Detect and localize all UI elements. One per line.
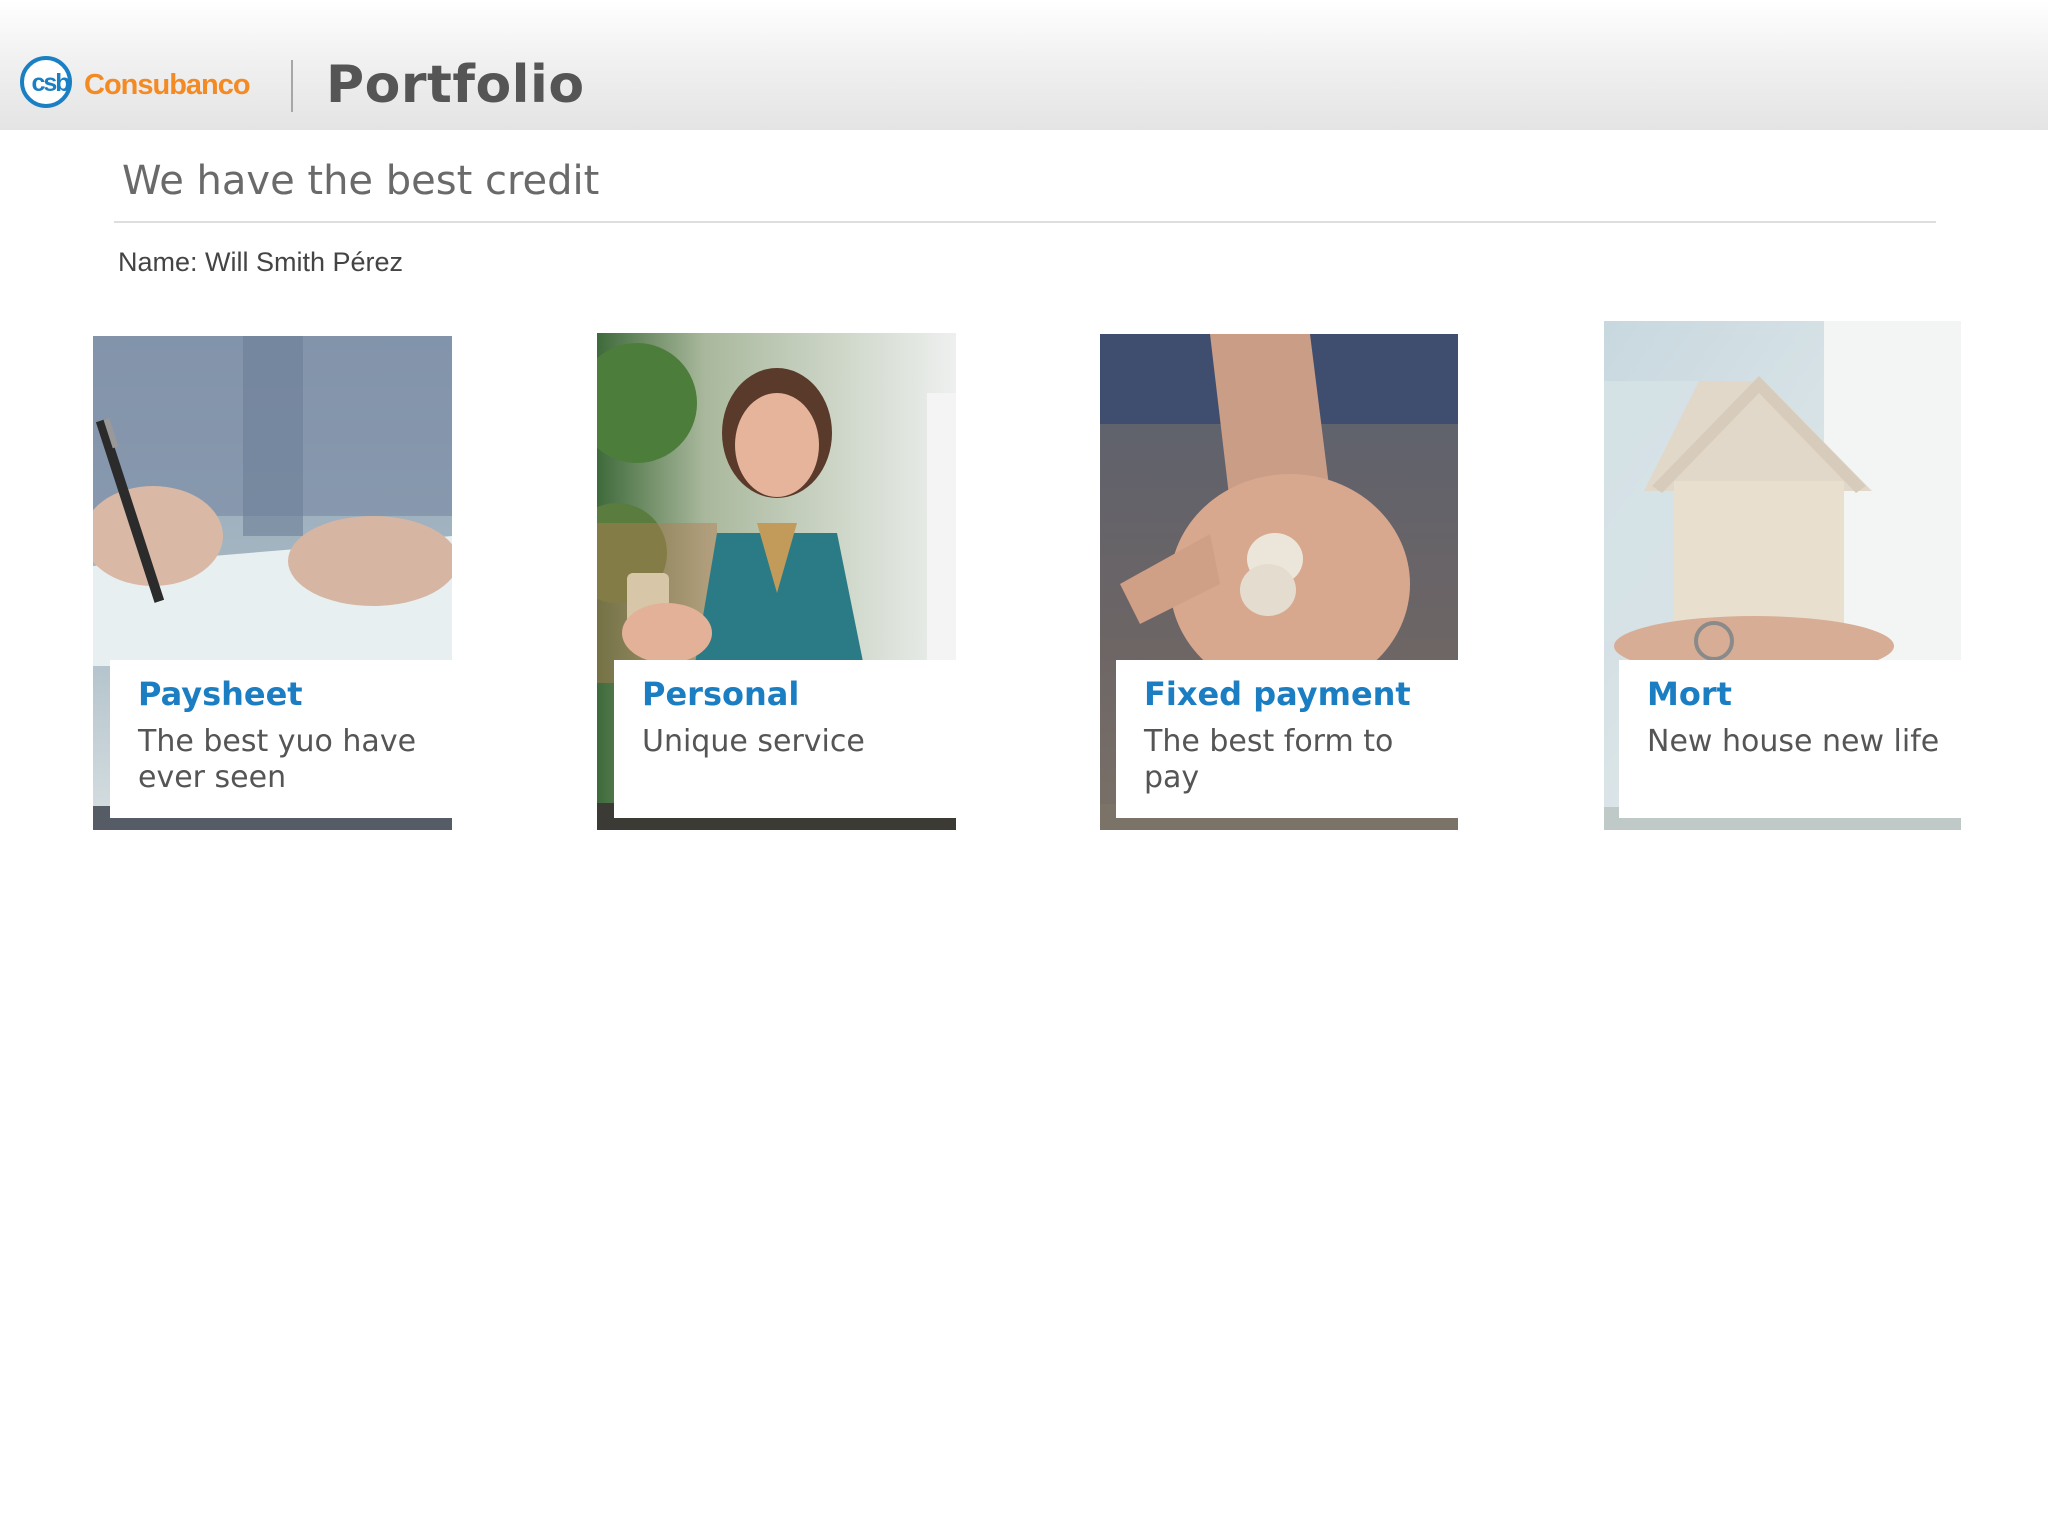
product-title: Fixed payment [1144, 675, 1411, 713]
logo-mark-text: csb [31, 69, 70, 97]
app-header: csb Consubanco Portfolio [0, 0, 2048, 130]
section-subtitle: We have the best credit [122, 158, 600, 204]
product-title: Mort [1647, 675, 1732, 713]
product-card-fixed-payment[interactable]: Fixed payment The best form to pay [1100, 334, 1458, 830]
consubanco-logo[interactable]: csb Consubanco [20, 56, 270, 116]
product-card-panel: Fixed payment The best form to pay [1116, 660, 1458, 818]
page-title: Portfolio [326, 55, 585, 115]
product-title: Paysheet [138, 675, 303, 713]
product-card-mort[interactable]: Mort New house new life [1604, 321, 1961, 830]
product-description: The best form to pay [1144, 724, 1394, 795]
section-divider [114, 221, 1936, 223]
customer-name: Name: Will Smith Pérez [118, 247, 404, 277]
product-card-personal[interactable]: Personal Unique service [597, 333, 956, 830]
product-description: The best yuo have ever seen [138, 724, 417, 795]
product-description: New house new life [1647, 724, 1940, 759]
csb-logo-mark-icon: csb [20, 56, 72, 108]
product-description: Unique service [642, 724, 865, 759]
product-card-paysheet[interactable]: Paysheet The best yuo have ever seen [93, 336, 452, 830]
logo-wordmark: Consubanco [84, 69, 251, 101]
product-card-panel: Mort New house new life [1619, 660, 1961, 818]
product-card-panel: Personal Unique service [614, 660, 956, 818]
header-divider [291, 60, 293, 112]
product-card-panel: Paysheet The best yuo have ever seen [110, 660, 452, 818]
product-title: Personal [642, 675, 800, 713]
